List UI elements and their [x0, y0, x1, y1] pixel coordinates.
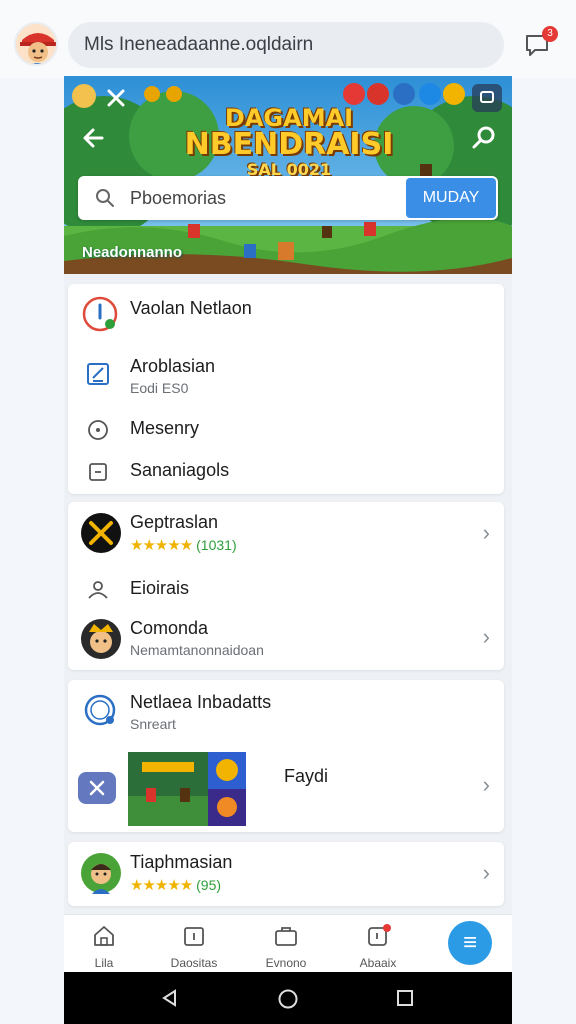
card-featured: Netlaea Inbadatts Snreart Faydi ›: [68, 680, 504, 832]
card1-header-label: Vaolan Netlaon: [130, 298, 252, 318]
top-search-text: Mls Ineneadaanne.oqldairn: [84, 34, 314, 55]
star-rating: ★★★★★: [130, 537, 193, 554]
briefcase-icon: [275, 927, 297, 946]
search-submit-button[interactable]: MUDAY: [406, 178, 496, 218]
game-banner: DAGAMAI NBENDRAISI SAL 0021 Pboemorias M…: [64, 76, 512, 274]
nav-item-home[interactable]: Lila: [64, 923, 144, 970]
chevron-right-icon: ›: [482, 624, 490, 649]
profile-avatar[interactable]: [14, 22, 58, 66]
card-games: Geptraslan ★★★★★ (1031) › Eioirais Comon…: [68, 502, 504, 670]
top-app-bar: Mls Ineneadaanne.oqldairn 3: [0, 0, 576, 78]
status-ring-icon: [82, 296, 118, 332]
featured-media-row[interactable]: Faydi ›: [68, 750, 504, 826]
star-rating: ★★★★★: [130, 877, 193, 894]
nav-label: Lila: [94, 956, 114, 970]
square-icon: [89, 463, 107, 481]
banner-caption: Neadonnanno: [82, 244, 182, 261]
game-search-bar[interactable]: Pboemorias MUDAY: [78, 176, 498, 220]
card1-header-row[interactable]: Vaolan Netlaon: [68, 284, 504, 344]
list-item-label: Comonda: [130, 618, 209, 638]
nav-label: Abaaix: [359, 956, 397, 970]
game-thumbnail-image[interactable]: [128, 752, 246, 826]
list-item-comonda[interactable]: Comonda Nemamtanonnaidoan ›: [68, 614, 504, 666]
menu-icon: ≡: [462, 929, 477, 956]
clock-icon: [88, 420, 108, 440]
card3-header-row[interactable]: Netlaea Inbadatts Snreart: [68, 686, 504, 736]
card3-sublabel: Snreart: [130, 716, 176, 732]
nav-item-calendar[interactable]: Daositas: [154, 923, 234, 970]
rating-count: (1031): [196, 537, 237, 553]
card-settings: Vaolan Netlaon Aroblasian Eodi ES0 Mesen…: [68, 284, 504, 494]
card-player: Tiaphmasian ★★★★★ (95) ›: [68, 842, 504, 906]
game-search-input[interactable]: Pboemorias: [130, 188, 226, 209]
system-navigation-bar: [64, 972, 512, 1024]
nav-label: Evnono: [265, 956, 307, 970]
alert-icon: [368, 924, 391, 946]
search-icon: [96, 189, 114, 207]
king-avatar-icon: [81, 619, 121, 659]
list-item-label: Eioirais: [130, 578, 190, 598]
banner-close-icon[interactable]: [102, 84, 130, 112]
banner-title: DAGAMAI NBENDRAISI SAL 0021: [164, 106, 414, 178]
list-item-label: Aroblasian: [130, 356, 216, 376]
list-item-label: Mesenry: [130, 418, 200, 438]
list-item-mesenry[interactable]: Mesenry: [68, 412, 504, 452]
list-item-label: Sananiagols: [130, 460, 230, 480]
nav-item-briefcase[interactable]: Evnono: [246, 923, 326, 970]
media-label: Faydi: [284, 766, 329, 786]
menu-fab-button[interactable]: ≡: [448, 921, 492, 965]
rating-count: (95): [196, 877, 222, 893]
rating-row: ★★★★★ (95): [130, 876, 221, 894]
back-arrow-icon[interactable]: [80, 124, 108, 152]
notification-badge: 3: [542, 26, 558, 42]
ring-icon: [84, 694, 116, 726]
chevron-right-icon: ›: [482, 772, 490, 797]
chevron-right-icon: ›: [482, 860, 490, 885]
edit-note-icon: [87, 363, 109, 385]
banner-search-icon[interactable]: [470, 124, 498, 152]
recents-square-icon[interactable]: [396, 989, 414, 1007]
rating-row: ★★★★★ (1031): [130, 536, 237, 554]
list-item-geptraslan[interactable]: Geptraslan ★★★★★ (1031) ›: [68, 508, 504, 560]
list-item-tiaphmasian[interactable]: Tiaphmasian ★★★★★ (95) ›: [68, 848, 504, 900]
user-icon: [88, 581, 108, 599]
chevron-right-icon: ›: [482, 520, 490, 545]
list-item-eioirais[interactable]: Eioirais: [68, 570, 504, 610]
app-screen: DAGAMAI NBENDRAISI SAL 0021 Pboemorias M…: [64, 76, 512, 1024]
banner-title-line2: NBENDRAISI: [184, 127, 394, 162]
back-triangle-icon[interactable]: [160, 988, 180, 1008]
swords-icon: [81, 513, 121, 553]
calendar-icon: [184, 927, 204, 946]
list-item-sublabel: Nemamtanonnaidoan: [130, 642, 264, 658]
banner-menu-icon[interactable]: [472, 84, 502, 112]
list-item-aroblasian[interactable]: Aroblasian Eodi ES0: [68, 352, 504, 402]
list-item-sublabel: Eodi ES0: [130, 380, 189, 396]
list-item-label: Geptraslan: [130, 512, 219, 532]
card3-header-label: Netlaea Inbadatts: [130, 692, 272, 712]
nav-item-alerts[interactable]: Abaaix: [338, 923, 418, 970]
home-circle-icon[interactable]: [277, 988, 299, 1010]
nav-label: Daositas: [170, 956, 218, 970]
list-item-label: Tiaphmasian: [130, 852, 233, 872]
bottom-navigation: Lila Daositas Evnono Abaaix ≡: [64, 914, 512, 972]
list-item-sananiagols[interactable]: Sananiagols: [68, 454, 504, 494]
home-icon: [94, 926, 114, 946]
top-search-input[interactable]: Mls Ineneadaanne.oqldairn: [68, 22, 504, 68]
close-chip-icon[interactable]: [78, 772, 116, 804]
player-avatar-icon: [81, 853, 121, 894]
